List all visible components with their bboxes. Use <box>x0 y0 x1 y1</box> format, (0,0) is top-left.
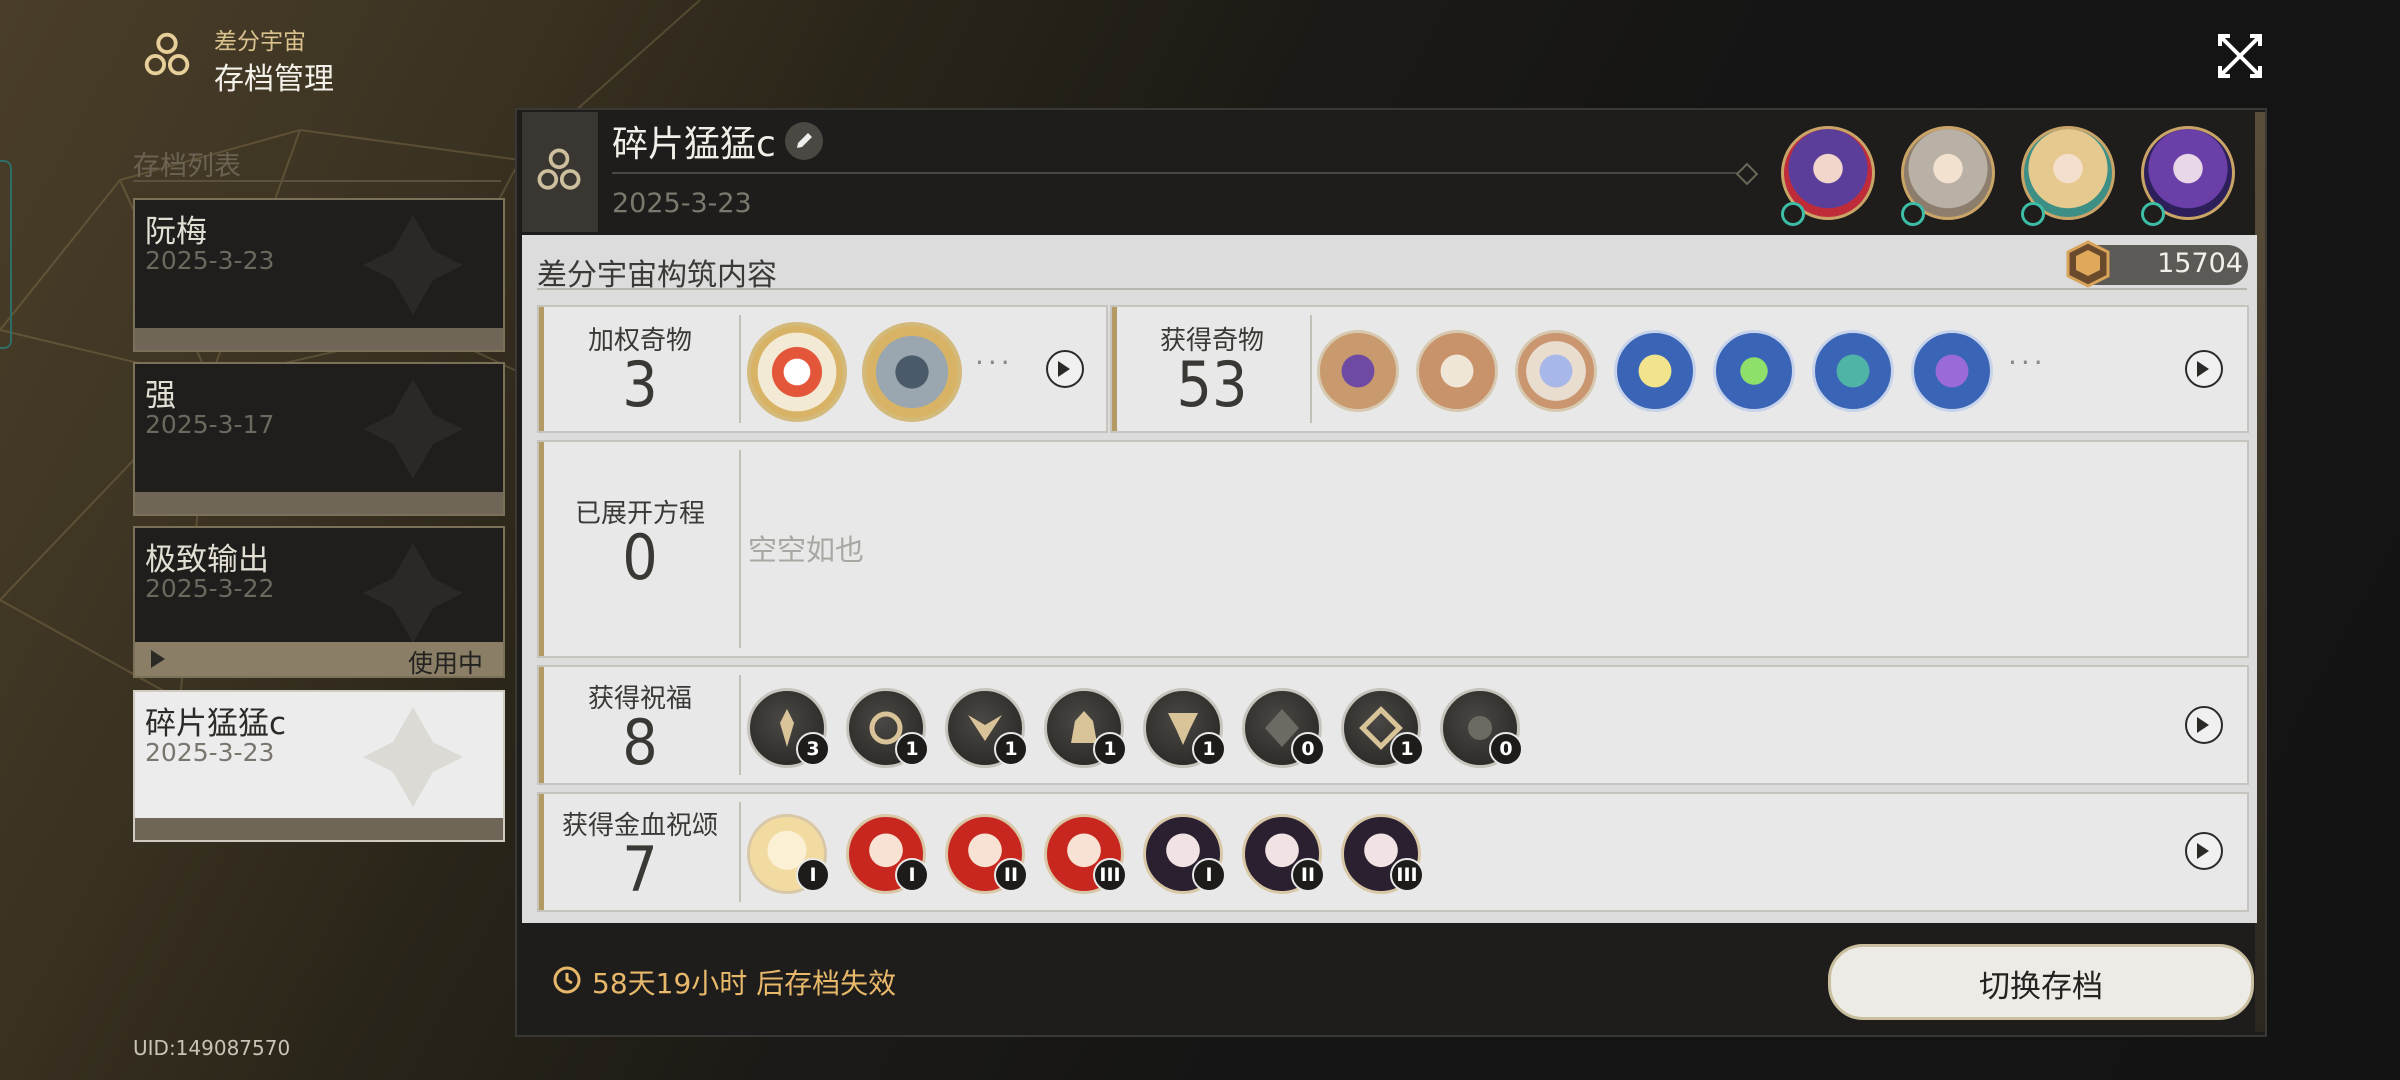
in-use-bar: 使用中 <box>135 642 503 676</box>
row-accent <box>539 794 544 910</box>
curio-icon[interactable] <box>862 322 962 422</box>
rank-badge: II <box>1291 858 1325 892</box>
universe-logo-icon <box>144 32 190 76</box>
more-dots: ··· <box>975 346 1014 379</box>
save-card-in-use[interactable]: 极致输出 2025-3-22 使用中 <box>133 526 505 678</box>
curio-icon[interactable] <box>747 322 847 422</box>
card-emblem-decoration <box>363 215 463 315</box>
save-card-selected[interactable]: 碎片猛猛c 2025-3-23 <box>133 690 505 842</box>
play-icon <box>151 650 165 668</box>
curio-icon[interactable] <box>1317 330 1399 412</box>
obtained-curios-count: 53 <box>1176 348 1248 421</box>
blessings-more-button[interactable] <box>2185 706 2223 744</box>
curio-icon[interactable] <box>1911 330 1993 412</box>
blessing-count-badge: 1 <box>1192 732 1226 766</box>
save-date: 2025-3-23 <box>145 738 275 767</box>
row-divider <box>739 315 741 423</box>
row-accent <box>1112 307 1117 431</box>
equations-count: 0 <box>622 521 658 594</box>
save-name: 极致输出 <box>145 542 269 578</box>
row-divider <box>1310 315 1312 423</box>
obtained-curios-more-button[interactable] <box>2185 350 2223 388</box>
save-name: 阮梅 <box>145 214 207 250</box>
rank-badge: I <box>796 858 830 892</box>
blessing-count-badge: 1 <box>1093 732 1127 766</box>
card-emblem-decoration <box>363 543 463 643</box>
empty-placeholder: 空空如也 <box>748 533 865 567</box>
save-name: 强 <box>145 378 176 414</box>
close-icon[interactable] <box>2214 30 2266 82</box>
golden-blood-count: 7 <box>622 833 658 906</box>
team-status-dot <box>2021 202 2045 226</box>
clock-icon <box>553 966 581 994</box>
card-footer-bar <box>135 492 503 514</box>
detail-save-name: 碎片猛猛c <box>612 124 776 165</box>
app-title: 存档管理 <box>214 62 334 97</box>
row-divider <box>739 450 741 648</box>
header-divider <box>612 172 1747 174</box>
divider <box>133 180 501 182</box>
blessing-count-badge: 0 <box>1489 732 1523 766</box>
rank-badge: I <box>895 858 929 892</box>
blessing-count-badge: 3 <box>796 732 830 766</box>
curio-icon[interactable] <box>1812 330 1894 412</box>
rank-badge: III <box>1093 858 1127 892</box>
card-footer-bar <box>135 328 503 350</box>
team-status-dot <box>2141 202 2165 226</box>
blessing-count-badge: 1 <box>1390 732 1424 766</box>
save-date: 2025-3-17 <box>145 410 275 439</box>
uid-label: UID:149087570 <box>133 1036 291 1060</box>
app-subtitle: 差分宇宙 <box>214 29 306 55</box>
switch-save-button[interactable]: 切换存档 <box>1828 944 2254 1020</box>
blessing-count-badge: 0 <box>1291 732 1325 766</box>
row-divider <box>739 802 741 902</box>
team-status-dot <box>1901 202 1925 226</box>
blessing-count-badge: 1 <box>895 732 929 766</box>
save-name: 碎片猛猛c <box>145 706 287 742</box>
blessing-count-badge: 1 <box>994 732 1028 766</box>
card-emblem-decoration <box>363 379 463 479</box>
cosmic-fragment-icon <box>2066 240 2110 288</box>
curio-icon[interactable] <box>1614 330 1696 412</box>
pencil-icon <box>797 133 812 148</box>
switch-save-label: 切换存档 <box>1979 969 2103 1005</box>
blessings-count: 8 <box>622 706 658 779</box>
save-card[interactable]: 强 2025-3-17 <box>133 362 505 516</box>
side-tab-indicator[interactable] <box>0 160 12 349</box>
rank-badge: II <box>994 858 1028 892</box>
edit-name-button[interactable] <box>785 122 823 160</box>
row-divider <box>739 675 741 775</box>
currency-value: 15704 <box>2157 248 2243 279</box>
save-date: 2025-3-22 <box>145 574 275 603</box>
row-accent <box>539 667 544 783</box>
curio-icon[interactable] <box>1515 330 1597 412</box>
save-list-title: 存档列表 <box>133 151 241 182</box>
in-use-label: 使用中 <box>407 649 483 678</box>
row-accent <box>539 307 544 431</box>
curio-icon[interactable] <box>1713 330 1795 412</box>
weighted-curios-count: 3 <box>622 348 658 421</box>
expire-countdown: 58天19小时 后存档失效 <box>592 967 897 1000</box>
more-dots: ··· <box>2008 346 2047 379</box>
golden-blood-more-button[interactable] <box>2185 832 2223 870</box>
rank-badge: III <box>1390 858 1424 892</box>
save-date: 2025-3-23 <box>145 246 275 275</box>
team-status-dot <box>1781 202 1805 226</box>
card-emblem-decoration <box>363 707 463 807</box>
curio-icon[interactable] <box>1416 330 1498 412</box>
weighted-curios-more-button[interactable] <box>1046 350 1084 388</box>
save-card[interactable]: 阮梅 2025-3-23 <box>133 198 505 352</box>
section-divider <box>537 288 2247 290</box>
rank-badge: I <box>1192 858 1226 892</box>
detail-save-date: 2025-3-23 <box>612 188 752 219</box>
universe-logo-icon <box>537 148 581 190</box>
card-footer-bar <box>135 818 503 840</box>
row-accent <box>539 442 544 656</box>
